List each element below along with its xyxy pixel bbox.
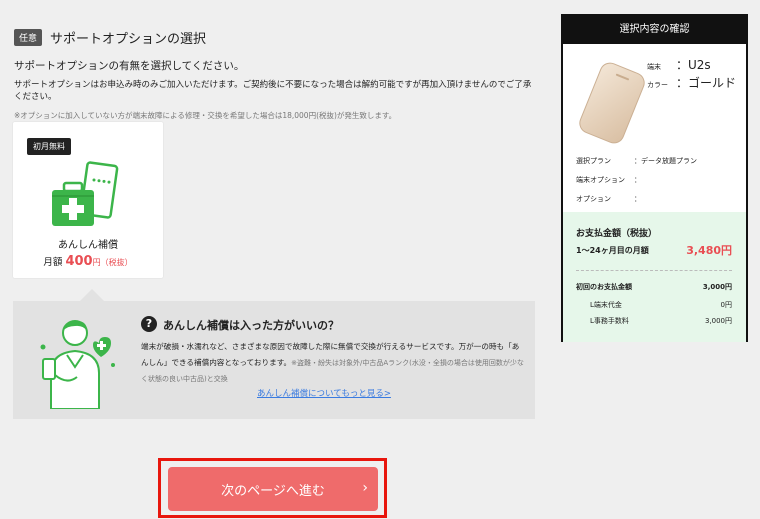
first-payment-item: L事務手数料 3,000円: [590, 316, 732, 326]
next-page-label: 次のページへ進む: [221, 483, 325, 499]
monthly-label: 1〜24ヶ月目の月額: [576, 246, 649, 255]
spec-row: オプション ：: [576, 194, 641, 204]
item-label: L事務手数料: [590, 317, 629, 325]
intro-sub: サポートオプションはお申込み時のみご加入いただけます。ご契約後に不要になった場合…: [14, 80, 532, 102]
price-prefix: 月額: [43, 257, 63, 268]
item-value: 0円: [720, 301, 732, 309]
price-tax-note: （税抜）: [100, 258, 133, 267]
spec-label: 選択プラン: [576, 157, 611, 165]
spec-row: 選択プラン ：データ放題プラン: [576, 156, 697, 166]
monthly-amount: 3,480円: [686, 244, 732, 257]
info-pointer: [80, 289, 104, 301]
summary-title: 選択内容の確認: [563, 16, 746, 44]
first-payment-row: 初回のお支払金額 3,000円: [576, 282, 732, 292]
payment-section: お支払金額（税抜） 1〜24ヶ月目の月額 3,480円 初回のお支払金額 3,0…: [563, 212, 746, 342]
intro-note: ※オプションに加入していない方が端末故障による修理・交換を希望した場合は18,0…: [14, 111, 397, 120]
spec-label: オプション: [576, 195, 611, 203]
price-value: 400: [65, 254, 93, 269]
device-color-value: ：ゴールド: [676, 76, 737, 90]
price-unit: 円: [92, 258, 101, 267]
item-value: 3,000円: [704, 317, 732, 325]
option-price: 月額 400円（税抜）: [13, 254, 163, 269]
spec-label: 端末オプション: [576, 176, 625, 184]
spec-value: ：: [634, 176, 641, 184]
first-aid-kit-icon: [52, 161, 119, 226]
question-icon: ?: [141, 316, 157, 332]
option-name: あんしん補償: [58, 240, 118, 251]
device-model-label: 端末: [647, 63, 661, 71]
intro-main: サポートオプションの有無を選択してください。: [14, 60, 245, 72]
spec-value: ：: [634, 195, 641, 203]
device-labels: 端末 カラー: [647, 60, 668, 90]
free-first-month-badge: 初月無料: [27, 138, 71, 155]
spec-value: ：データ放題プラン: [634, 157, 697, 165]
selection-summary-panel: 選択内容の確認 端末 カラー ：U2s ：ゴールド 選択プラン ：データ放題プラ…: [561, 14, 748, 342]
spec-row: 端末オプション ：: [576, 175, 641, 185]
option-card-anshin[interactable]: 初月無料 あんしん補償 月額 400円（税抜）: [13, 122, 163, 278]
first-payment-item: L端末代金 0円: [590, 300, 732, 310]
more-about-anshin-link[interactable]: あんしん補償についてもっと見る>: [257, 387, 391, 399]
chevron-right-icon: ›: [362, 480, 368, 496]
info-title: あんしん補償は入った方がいいの？: [163, 319, 339, 332]
router-device-image: [579, 62, 645, 144]
device-color-label: カラー: [647, 81, 668, 89]
device-values: ：U2s ：ゴールド: [676, 56, 736, 92]
device-model-value: ：U2s: [676, 58, 711, 72]
section-title: サポートオプションの選択: [50, 32, 207, 47]
section-header: 任意 サポートオプションの選択: [14, 28, 206, 47]
divider: [576, 270, 732, 271]
first-payment-label: 初回のお支払金額: [576, 283, 632, 291]
item-label: L端末代金: [590, 301, 622, 309]
intro-text: サポートオプションの有無を選択してください。 サポートオプションはお申込み時のみ…: [14, 58, 534, 121]
info-box: ? あんしん補償は入った方がいいの？ 端末が破損・水濡れなど、さまざまな原因で故…: [13, 301, 535, 419]
person-smartphone-illustration: [40, 320, 115, 409]
next-page-button[interactable]: 次のページへ進む ›: [168, 467, 378, 511]
optional-tag: 任意: [14, 29, 43, 46]
first-payment-amount: 3,000円: [702, 283, 732, 291]
info-body: 端末が破損・水濡れなど、さまざまな原因で故障した際に無償で交換が行えるサービスで…: [141, 339, 526, 387]
payment-title: お支払金額（税抜）: [576, 229, 658, 239]
